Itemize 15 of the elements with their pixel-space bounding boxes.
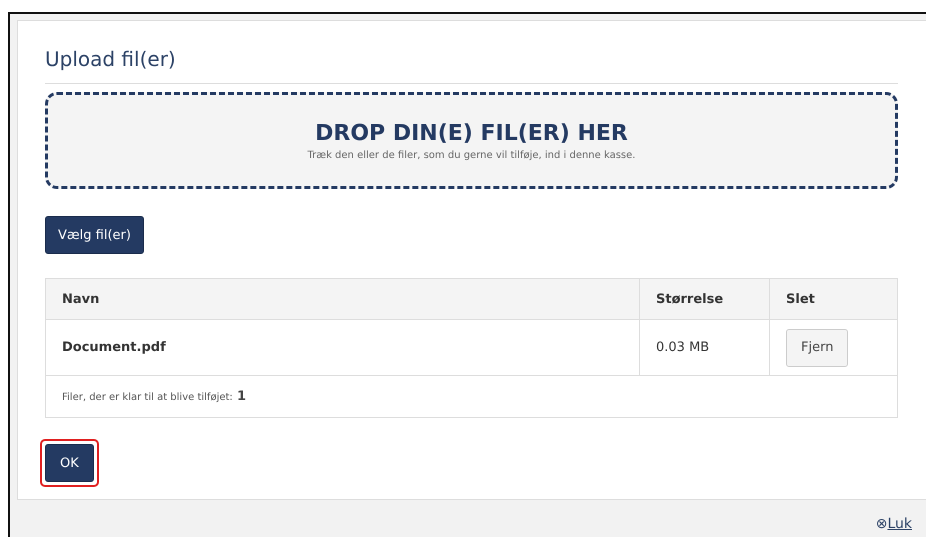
choose-files-button[interactable]: Vælg fil(er) [45,216,144,254]
ready-files-label: Filer, der er klar til at blive tilføjet: [62,392,233,403]
file-name-cell: Document.pdf [46,320,640,376]
remove-button[interactable]: Fjern [786,328,848,366]
close-link[interactable]: ⊗Luk [876,516,912,532]
dialog-title: Upload fil(er) [45,47,898,84]
ready-files-count: 1 [236,389,246,404]
file-size-cell: 0.03 MB [640,320,770,376]
column-header: Størrelse [640,278,770,320]
column-header: Slet [770,278,898,320]
drop-zone[interactable]: DROP DIN(E) FIL(ER) HER Træk den eller de filer, som du gerne vil tilføje, ind i denne kasse. [45,92,898,189]
column-header: Navn [46,278,640,320]
drop-zone-hint: Træk den eller de filer, som du gerne vil tilføje, ind i denne kasse. [308,150,636,160]
drop-zone-heading: DROP DIN(E) FIL(ER) HER [315,120,628,146]
ok-button[interactable]: OK [45,444,94,482]
